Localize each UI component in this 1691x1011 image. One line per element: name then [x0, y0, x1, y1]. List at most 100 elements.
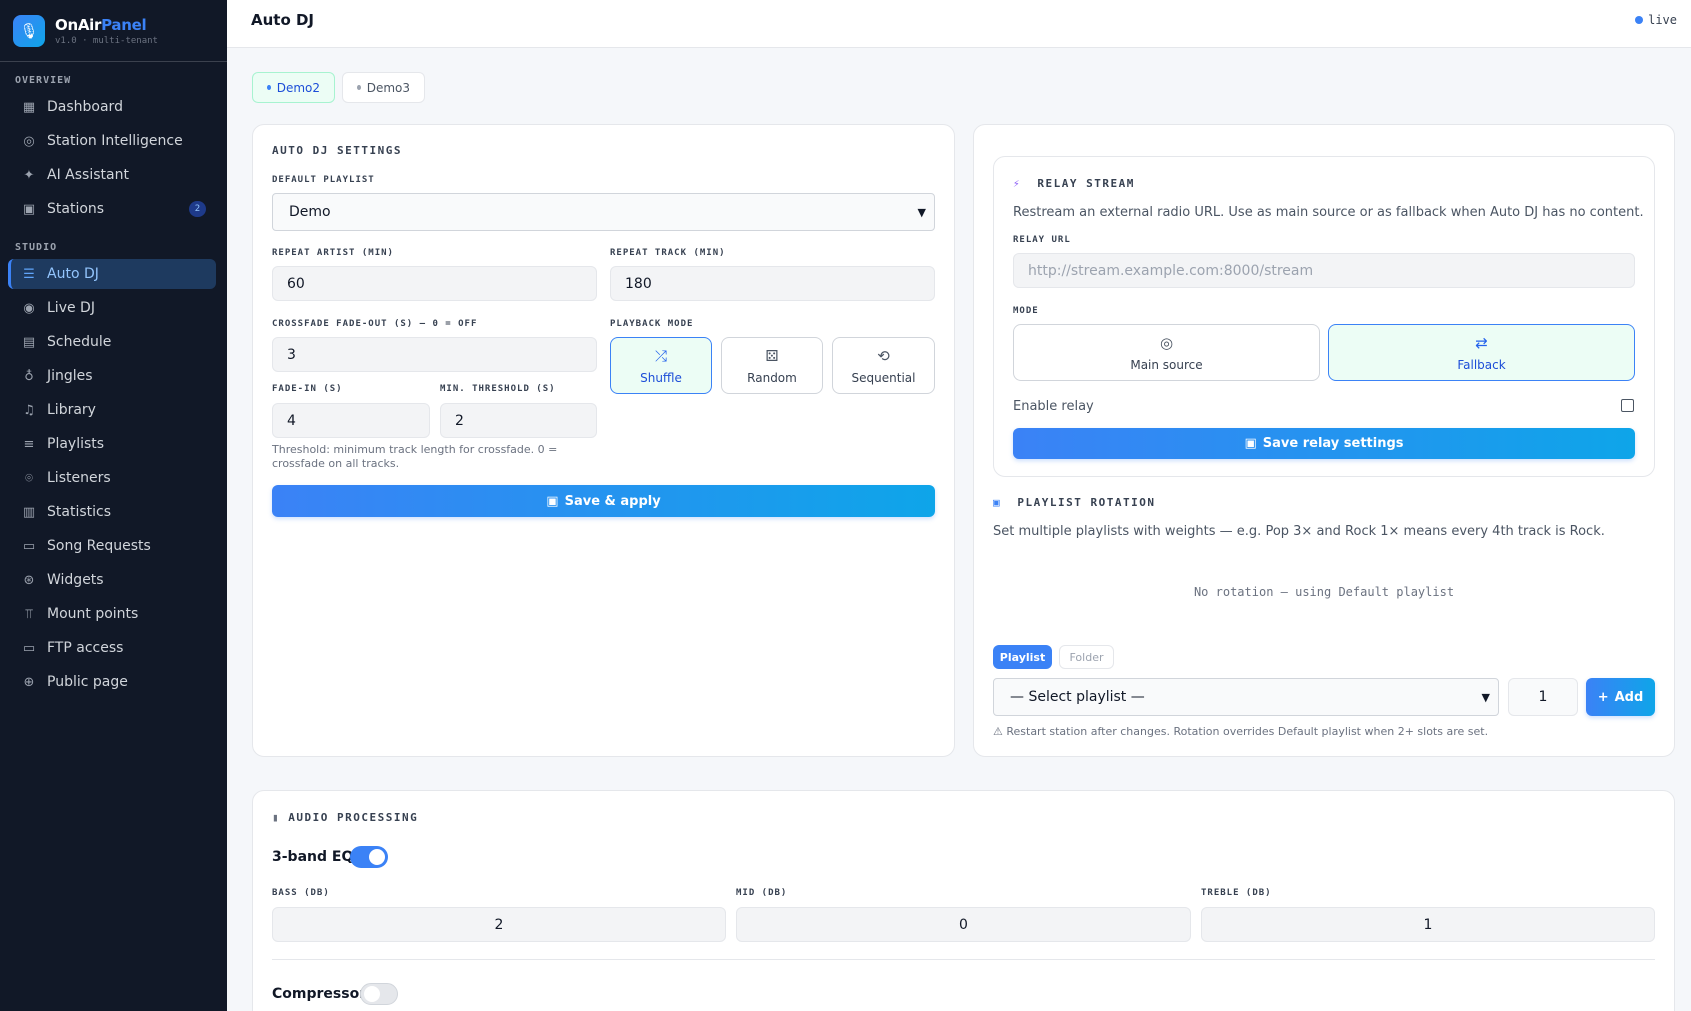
station-tab-demo3[interactable]: Demo3: [342, 72, 425, 103]
server-icon: ▭: [22, 640, 36, 656]
nav-section-overview: OVERVIEW: [15, 75, 72, 86]
sidebar-item-ftp-access[interactable]: ▭ FTP access: [8, 633, 216, 663]
enable-relay-checkbox[interactable]: [1621, 399, 1634, 412]
mode-sequential-button[interactable]: ⟲ Sequential: [832, 337, 935, 394]
mode-random-button[interactable]: ⚄ Random: [721, 337, 823, 394]
brand[interactable]: 🎙 OnAirPanel v1.0 · multi-tenant: [0, 0, 227, 62]
mid-label: MID (DB): [736, 888, 788, 898]
audio-processing-title: ▮ AUDIO PROCESSING: [272, 811, 419, 824]
rotation-tab-playlist[interactable]: Playlist: [993, 645, 1052, 669]
page-title: Auto DJ: [251, 11, 315, 29]
rotation-icon: ▣: [993, 496, 1002, 509]
mid-input[interactable]: 0: [736, 907, 1191, 942]
sidebar-item-station-intelligence[interactable]: ◎ Station Intelligence: [8, 126, 216, 156]
brand-title: OnAirPanel: [55, 15, 147, 34]
sidebar-item-statistics[interactable]: ▥ Statistics: [8, 497, 216, 527]
save-icon: ▣: [546, 493, 559, 509]
relay-main-source-button[interactable]: ◎ Main source: [1013, 324, 1320, 381]
repeat-track-label: REPEAT TRACK (MIN): [610, 248, 726, 258]
sidebar-item-mount-points[interactable]: ⫪ Mount points: [8, 599, 216, 629]
relay-mode-label: MODE: [1013, 306, 1039, 316]
sidebar-item-live-dj[interactable]: ◉ Live DJ: [8, 293, 216, 323]
min-threshold-input[interactable]: 2: [440, 403, 597, 438]
audio-processing-card: [252, 790, 1675, 1011]
rotation-add-button[interactable]: + Add: [1586, 678, 1655, 716]
sidebar-item-dashboard[interactable]: ▦ Dashboard: [8, 92, 216, 122]
crossfade-input[interactable]: 3: [272, 337, 597, 372]
rotation-playlist-select[interactable]: — Select playlist — ▼: [993, 678, 1499, 716]
crossfade-label: CROSSFADE FADE-OUT (S) — 0 = OFF: [272, 319, 478, 329]
rotation-weight-input[interactable]: 1: [1508, 678, 1578, 716]
globe-icon: ⊕: [23, 674, 35, 690]
treble-input[interactable]: 1: [1201, 907, 1655, 942]
nav-section-studio: STUDIO: [15, 242, 58, 253]
bar-chart-icon: ▥: [22, 504, 36, 520]
repeat-artist-input[interactable]: 60: [272, 266, 597, 301]
rotation-description: Set multiple playlists with weights — e.…: [993, 524, 1605, 539]
repeat-icon: ⟲: [877, 346, 890, 365]
compressor-label: Compressor: [272, 986, 367, 1002]
playlist-rotation-title: ▣ PLAYLIST ROTATION: [993, 496, 1156, 509]
relay-fallback-button[interactable]: ⇄ Fallback: [1328, 324, 1635, 381]
save-relay-button[interactable]: ▣ Save relay settings: [1013, 428, 1635, 459]
rotation-empty-state: No rotation — using Default playlist: [1193, 585, 1455, 599]
eq-toggle[interactable]: [350, 846, 388, 868]
relay-icon: ⚡: [1013, 177, 1022, 190]
sidebar-item-auto-dj[interactable]: ☰ Auto DJ: [8, 259, 216, 289]
sparkles-icon: ✦: [23, 167, 35, 183]
sidebar-item-stations[interactable]: ▣ Stations 2: [8, 194, 216, 224]
plus-icon: +: [1597, 689, 1609, 705]
repeat-track-input[interactable]: 180: [610, 266, 935, 301]
relay-url-label: RELAY URL: [1013, 235, 1071, 245]
status-dot-icon: [267, 85, 271, 90]
default-playlist-label: DEFAULT PLAYLIST: [272, 175, 375, 185]
default-playlist-select[interactable]: Demo ▼: [272, 193, 935, 231]
broadcast-icon: ◉: [23, 300, 35, 316]
sidebar-item-public-page[interactable]: ⊕ Public page: [8, 667, 216, 697]
calendar-icon: ▤: [22, 334, 36, 350]
eq-label: 3-band EQ: [272, 849, 354, 865]
music-icon: ♫: [23, 402, 35, 418]
compressor-toggle[interactable]: [360, 983, 398, 1005]
sidebar-item-listeners[interactable]: ⌾ Listeners: [8, 463, 216, 493]
rotation-tab-folder[interactable]: Folder: [1059, 645, 1114, 669]
chevron-down-icon: ▼: [1481, 690, 1490, 704]
audio-icon: ▮: [272, 811, 281, 824]
min-threshold-label: MIN. THRESHOLD (S): [440, 384, 556, 394]
message-icon: ▭: [22, 538, 36, 554]
save-apply-button[interactable]: ▣ Save & apply: [272, 485, 935, 517]
sidebar-item-widgets[interactable]: ⊛ Widgets: [8, 565, 216, 595]
threshold-hint: Threshold: minimum track length for cros…: [272, 443, 558, 470]
sidebar-item-playlists[interactable]: ≡ Playlists: [8, 429, 216, 459]
shuffle-icon: ⤮: [654, 346, 667, 365]
bass-label: BASS (DB): [272, 888, 330, 898]
chevron-down-icon: ▼: [917, 205, 926, 219]
rotation-restart-note: ⚠ Restart station after changes. Rotatio…: [993, 725, 1489, 738]
list-music-icon: ≡: [23, 436, 35, 452]
relay-url-input[interactable]: http://stream.example.com:8000/stream: [1013, 253, 1635, 288]
topbar: Auto DJ live: [227, 0, 1691, 48]
sidebar-item-ai-assistant[interactable]: ✦ AI Assistant: [8, 160, 216, 190]
status-dot-icon: [1635, 16, 1644, 24]
autodj-settings-title: AUTO DJ SETTINGS: [272, 144, 402, 157]
enable-relay-label: Enable relay: [1013, 399, 1094, 414]
relay-description: Restream an external radio URL. Use as m…: [1013, 205, 1644, 220]
treble-label: TREBLE (DB): [1201, 888, 1272, 898]
brain-icon: ◎: [23, 133, 35, 149]
live-status: live: [1635, 13, 1677, 27]
location-pin-icon: ⌾: [25, 470, 33, 486]
radio-icon: ◎: [1159, 333, 1174, 352]
save-icon: ▣: [1244, 436, 1257, 451]
station-tab-demo2[interactable]: Demo2: [252, 72, 335, 103]
brand-subtitle: v1.0 · multi-tenant: [55, 35, 158, 46]
sidebar-item-library[interactable]: ♫ Library: [8, 395, 216, 425]
relay-stream-title: ⚡ RELAY STREAM: [1013, 177, 1135, 190]
fade-in-input[interactable]: 4: [272, 403, 430, 438]
bass-input[interactable]: 2: [272, 907, 726, 942]
sidebar-item-song-requests[interactable]: ▭ Song Requests: [8, 531, 216, 561]
repeat-artist-label: REPEAT ARTIST (MIN): [272, 248, 394, 258]
sidebar-item-schedule[interactable]: ▤ Schedule: [8, 327, 216, 357]
swap-icon: ⇄: [1475, 333, 1488, 352]
mode-shuffle-button[interactable]: ⤮ Shuffle: [610, 337, 712, 394]
sidebar-item-jingles[interactable]: ♁ Jingles: [8, 361, 216, 391]
